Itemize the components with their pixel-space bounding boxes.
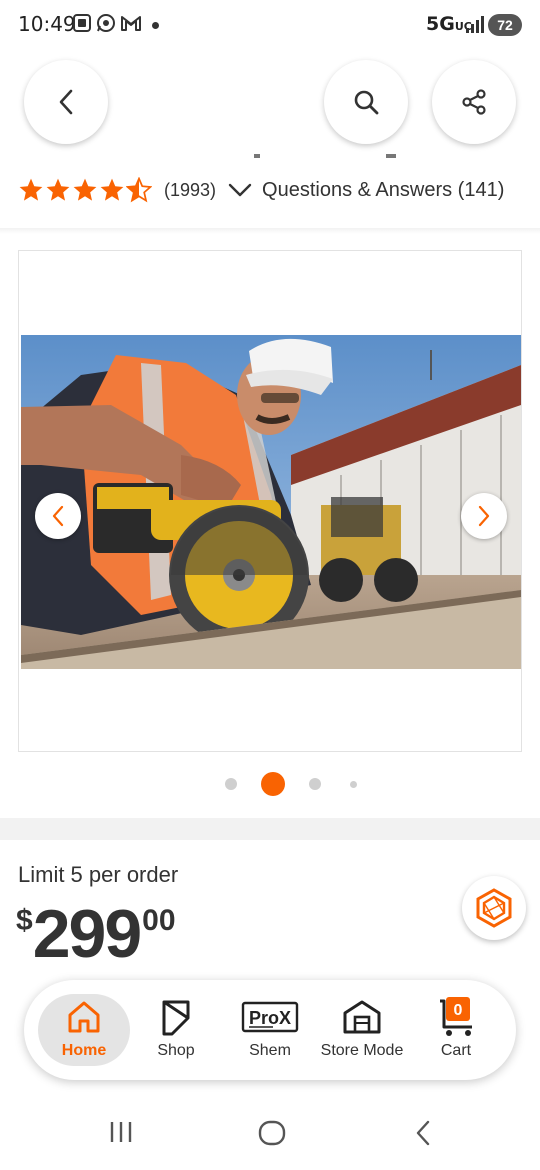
product-photo-illustration bbox=[21, 335, 521, 669]
pagination-dot[interactable] bbox=[309, 778, 321, 790]
cart-icon: 0 bbox=[436, 997, 476, 1036]
system-navigation-bar bbox=[0, 1100, 540, 1170]
back-button[interactable] bbox=[24, 60, 108, 144]
chevron-left-icon bbox=[59, 89, 73, 115]
shop-icon bbox=[158, 998, 194, 1036]
nav-shop[interactable]: Shop bbox=[142, 980, 210, 1080]
clipped-title-fragment bbox=[254, 150, 404, 160]
previous-image-button[interactable] bbox=[35, 493, 81, 539]
system-back-button[interactable] bbox=[414, 1120, 432, 1146]
signal-icon bbox=[466, 15, 484, 33]
nav-prox[interactable]: ProX Shem bbox=[232, 980, 308, 1080]
battery-indicator: 72 bbox=[488, 14, 522, 36]
half-star-icon bbox=[126, 177, 152, 203]
share-icon bbox=[462, 89, 486, 115]
order-limit-text: Limit 5 per order bbox=[18, 862, 179, 887]
rating-row[interactable]: (1993) Questions & Answers (141) bbox=[18, 174, 504, 206]
product-photo[interactable] bbox=[21, 335, 521, 669]
chevron-down-icon[interactable] bbox=[228, 182, 252, 198]
nav-home[interactable]: Home bbox=[38, 980, 130, 1080]
pagination-dot[interactable] bbox=[350, 781, 357, 788]
gallery-pagination bbox=[0, 772, 540, 796]
store-icon bbox=[342, 998, 382, 1036]
bottom-navigation: Home Shop ProX Shem Store Mode 0 Cart bbox=[24, 980, 516, 1080]
review-count[interactable]: (1993) bbox=[164, 180, 216, 201]
questions-answers-link[interactable]: Questions & Answers (141) bbox=[262, 179, 504, 202]
svg-text:ProX: ProX bbox=[249, 1008, 291, 1028]
product-image-gallery[interactable] bbox=[18, 250, 522, 752]
back-arrow-icon bbox=[416, 1120, 430, 1146]
cart-count-badge: 0 bbox=[454, 1002, 463, 1019]
price-currency: $ bbox=[16, 904, 33, 937]
home-system-button[interactable] bbox=[258, 1120, 286, 1146]
nav-store-mode[interactable]: Store Mode bbox=[312, 980, 412, 1080]
chevron-left-icon bbox=[52, 505, 64, 527]
pagination-dot-active[interactable] bbox=[261, 772, 285, 796]
network-type: 5GUC bbox=[426, 13, 472, 35]
star-icon bbox=[100, 178, 124, 201]
star-rating bbox=[18, 177, 152, 203]
star-icon bbox=[46, 178, 70, 201]
price-dollars: 299 bbox=[32, 896, 142, 972]
section-divider bbox=[0, 818, 540, 840]
nav-cart[interactable]: 0 Cart bbox=[424, 980, 488, 1080]
status-time: 10:49 bbox=[18, 12, 76, 36]
star-icon bbox=[73, 178, 97, 201]
pro-xtra-floating-button[interactable] bbox=[462, 876, 526, 940]
next-image-button[interactable] bbox=[461, 493, 507, 539]
pagination-dot[interactable] bbox=[225, 778, 237, 790]
search-icon bbox=[354, 90, 379, 115]
share-button[interactable] bbox=[432, 60, 516, 144]
notification-dot bbox=[152, 22, 159, 29]
home-circle-icon bbox=[258, 1120, 286, 1146]
whatsapp-icon bbox=[97, 14, 115, 32]
home-icon bbox=[66, 998, 102, 1036]
section-divider bbox=[0, 228, 540, 234]
chevron-right-icon bbox=[478, 505, 490, 527]
recent-apps-button[interactable] bbox=[108, 1120, 134, 1144]
notification-icons bbox=[72, 13, 142, 33]
search-button[interactable] bbox=[324, 60, 408, 144]
screenshot-icon bbox=[73, 14, 91, 32]
status-bar: 10:49 5GUC 72 bbox=[0, 0, 540, 52]
price-cents: 00 bbox=[142, 904, 176, 937]
price: $ 299 00 bbox=[16, 898, 176, 970]
gmail-icon bbox=[121, 16, 141, 31]
recent-apps-icon bbox=[110, 1122, 132, 1142]
hexagon-logo-icon bbox=[476, 888, 512, 928]
star-icon bbox=[19, 178, 43, 201]
prox-icon: ProX bbox=[241, 998, 299, 1036]
